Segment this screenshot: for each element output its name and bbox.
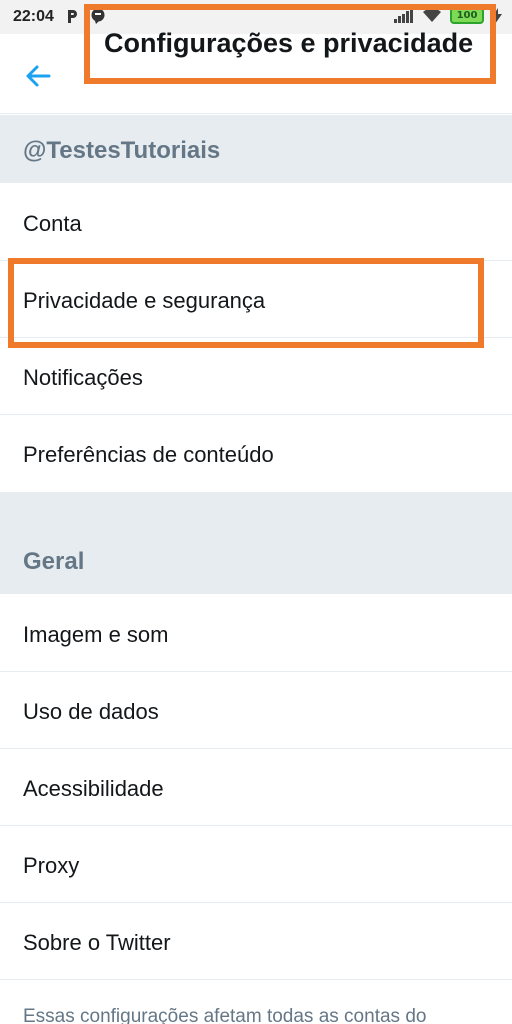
settings-item-label: Uso de dados — [23, 699, 159, 724]
status-time: 22:04 — [13, 8, 54, 25]
settings-item-conta[interactable]: Conta — [0, 184, 512, 261]
section-title-general: Geral — [23, 548, 85, 575]
settings-item-uso-dados[interactable]: Uso de dados — [0, 672, 512, 749]
settings-item-notificacoes[interactable]: Notificações — [0, 338, 512, 415]
settings-item-label: Proxy — [23, 853, 80, 878]
arrow-left-icon — [26, 65, 51, 87]
settings-item-label: Conta — [23, 211, 82, 236]
settings-item-label: Privacidade e segurança — [23, 288, 266, 313]
settings-item-sobre[interactable]: Sobre o Twitter — [0, 903, 512, 980]
settings-item-preferencias[interactable]: Preferências de conteúdo — [0, 415, 512, 492]
page-title: Configurações e privacidade — [104, 28, 474, 58]
account-handle: @TestesTutoriais — [23, 137, 221, 164]
settings-item-label: Acessibilidade — [23, 776, 164, 801]
back-button[interactable] — [18, 56, 58, 96]
settings-item-imagem-som[interactable]: Imagem e som — [0, 595, 512, 672]
section-header-general: Geral — [0, 492, 512, 594]
section-header-account: @TestesTutoriais — [0, 115, 512, 183]
p-notification-icon — [68, 10, 77, 23]
settings-item-label: Notificações — [23, 365, 143, 390]
settings-item-label: Sobre o Twitter — [23, 930, 171, 955]
settings-item-acessibilidade[interactable]: Acessibilidade — [0, 749, 512, 826]
settings-item-privacidade[interactable]: Privacidade e segurança — [0, 261, 512, 338]
footer-note: Essas configurações afetam todas as cont… — [23, 1006, 427, 1024]
settings-item-label: Preferências de conteúdo — [23, 442, 274, 467]
settings-item-label: Imagem e som — [23, 622, 169, 647]
settings-item-proxy[interactable]: Proxy — [0, 826, 512, 903]
